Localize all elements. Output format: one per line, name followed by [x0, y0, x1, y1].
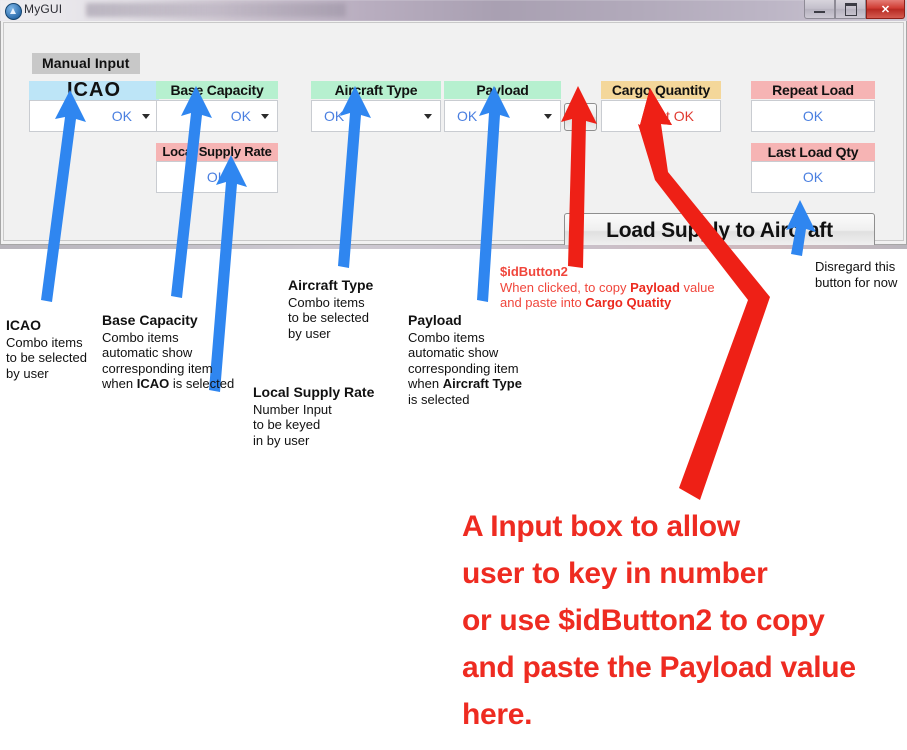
payload-label: Payload: [444, 81, 561, 99]
payload-value: OK: [457, 108, 478, 124]
annotation-base-capacity-title: Base Capacity: [102, 312, 198, 328]
load-supply-to-aircraft-button[interactable]: Load Supply to Aircraft: [564, 213, 875, 249]
annotation-big-line-3: and paste the Payload value: [462, 651, 856, 684]
annotation-sidbutton2-title: $idButton2: [500, 264, 568, 279]
title-bar: MyGUI ✕: [0, 0, 907, 22]
minimize-icon: [814, 10, 825, 13]
local-supply-rate-value: OK: [206, 169, 228, 185]
copy-payload-button-label: >>: [572, 109, 589, 125]
annotation-aircraft-type-line-2: by user: [288, 325, 331, 341]
maximize-button[interactable]: [835, 0, 866, 19]
annotation-base-capacity-line-2: corresponding item: [102, 360, 213, 376]
annotation-base-capacity-line-3: when ICAO is selected: [102, 376, 235, 391]
base-capacity-combobox[interactable]: OK: [156, 100, 278, 132]
aircraft-type-combobox[interactable]: OK: [311, 100, 441, 132]
annotation-payload-line-3: when Aircraft Type: [408, 376, 522, 391]
annotation-icao-title: ICAO: [6, 317, 41, 333]
last-load-qty-input[interactable]: OK: [751, 161, 875, 193]
window-title: MyGUI: [24, 2, 63, 16]
icao-combobox[interactable]: OK: [29, 100, 159, 132]
annotation-big-line-4: here.: [462, 698, 533, 731]
annotation-payload-title: Payload: [408, 312, 462, 328]
annotation-sidbutton2-line-1: and paste into Cargo Quatity: [500, 295, 672, 310]
annotation-big-line-0: A Input box to allow: [462, 510, 740, 543]
annotation-local-supply-rate-title: Local Supply Rate: [253, 384, 375, 400]
annotation-local-supply-rate-line-0: Number Input: [253, 401, 332, 417]
annotation-aircraft-type-title: Aircraft Type: [288, 277, 374, 293]
blurred-title-text: [86, 3, 346, 17]
last-load-qty-label: Last Load Qty: [751, 143, 875, 161]
repeat-load-value: OK: [802, 108, 824, 124]
annotation-payload-line-2: corresponding item: [408, 360, 519, 376]
icao-value: OK: [111, 108, 132, 124]
annotation-cargo-quantity-note: A Input box to allow user to key in numb…: [462, 503, 902, 738]
local-supply-rate-input[interactable]: OK: [156, 161, 278, 193]
minimize-button[interactable]: [804, 0, 835, 19]
annotation-base-capacity-line-0: Combo items: [102, 329, 179, 345]
base-capacity-label: Base Capacity: [156, 81, 278, 99]
application-window: MyGUI ✕ Manual Input ICAO OK Base Capaci…: [0, 0, 907, 249]
copy-payload-button[interactable]: >>: [564, 103, 597, 131]
annotation-icao: ICAO Combo items to be selected by user: [6, 317, 101, 381]
payload-combobox[interactable]: OK: [444, 100, 561, 132]
app-logo-icon: [5, 3, 22, 20]
repeat-load-input[interactable]: OK: [751, 100, 875, 132]
load-supply-button-label: Load Supply to Aircraft: [606, 219, 833, 242]
annotation-big-line-1: user to key in number: [462, 557, 768, 590]
annotation-payload: Payload Combo items automatic show corre…: [408, 312, 558, 407]
close-button[interactable]: ✕: [866, 0, 905, 19]
annotation-base-capacity-line-1: automatic show: [102, 345, 193, 360]
local-supply-rate-label: Local Supply Rate: [156, 143, 278, 161]
close-icon: ✕: [880, 3, 891, 16]
annotation-base-capacity: Base Capacity Combo items automatic show…: [102, 312, 252, 392]
annotation-sidbutton2: $idButton2 When clicked, to copy Payload…: [500, 264, 790, 311]
aircraft-type-value: OK: [324, 108, 345, 124]
annotation-aircraft-type-line-1: to be selected: [288, 310, 369, 325]
chevron-down-icon[interactable]: [261, 114, 269, 119]
cargo-quantity-label: Cargo Quantity: [601, 81, 721, 99]
annotation-payload-line-1: automatic show: [408, 345, 499, 360]
annotation-sidbutton2-line-0: When clicked, to copy Payload value: [500, 279, 715, 295]
annotation-local-supply-rate-line-1: to be keyed: [253, 417, 321, 432]
base-capacity-value: OK: [230, 108, 251, 124]
annotation-icao-line-2: by user: [6, 365, 49, 381]
annotation-icao-line-0: Combo items: [6, 334, 83, 350]
cargo-quantity-value: Not OK: [648, 108, 694, 124]
last-load-qty-value: OK: [802, 169, 824, 185]
chevron-down-icon[interactable]: [424, 114, 432, 119]
annotation-big-line-2: or use $idButton2 to copy: [462, 604, 825, 637]
chevron-down-icon[interactable]: [544, 114, 552, 119]
annotation-payload-line-0: Combo items: [408, 329, 485, 345]
cargo-quantity-input[interactable]: Not OK: [601, 100, 721, 132]
annotation-local-supply-rate-line-2: in by user: [253, 432, 310, 448]
repeat-load-label: Repeat Load: [751, 81, 875, 99]
window-client-area: Manual Input ICAO OK Base Capacity OK Lo…: [0, 21, 907, 249]
annotation-aircraft-type-line-0: Combo items: [288, 294, 365, 310]
annotation-icao-line-1: to be selected: [6, 350, 87, 365]
annotation-aircraft-type: Aircraft Type Combo items to be selected…: [288, 277, 418, 341]
window-bottom-edge: [0, 245, 907, 249]
annotation-disregard-button: Disregard this button for now: [815, 259, 907, 291]
aircraft-type-label: Aircraft Type: [311, 81, 441, 99]
annotation-disregard-line-1: button for now: [815, 275, 898, 290]
maximize-icon: [844, 2, 857, 16]
chevron-down-icon[interactable]: [142, 114, 150, 119]
annotation-local-supply-rate: Local Supply Rate Number Input to be key…: [253, 384, 398, 448]
annotation-disregard-line-0: Disregard this: [815, 259, 896, 274]
manual-input-group-label: Manual Input: [32, 53, 140, 74]
annotation-payload-line-4: is selected: [408, 391, 470, 407]
icao-label: ICAO: [29, 80, 159, 100]
